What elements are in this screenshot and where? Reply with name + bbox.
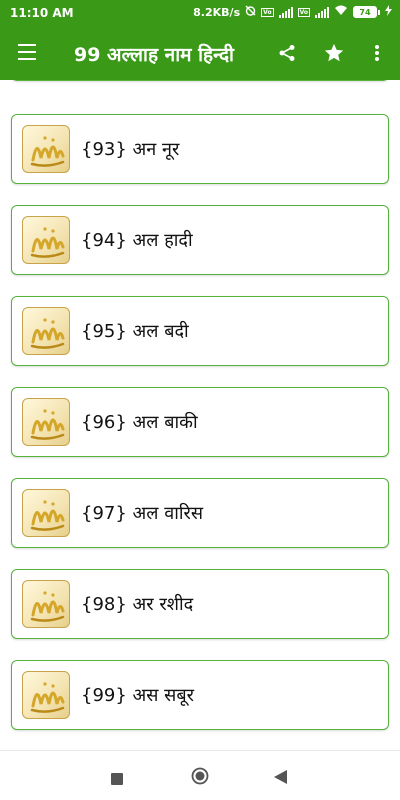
allah-calligraphy-icon: [22, 216, 70, 264]
hamburger-menu-icon[interactable]: [18, 44, 38, 60]
allah-calligraphy-icon: [22, 671, 70, 719]
list-item-label: {98} अर रशीद: [81, 594, 194, 615]
allah-calligraphy-icon: [22, 125, 70, 173]
list-item-label: {95} अल बदी: [81, 321, 189, 342]
allah-calligraphy-icon: [22, 398, 70, 446]
status-indicators: 8.2KB/s Vo Vo 74: [193, 5, 392, 19]
names-list: {93} अन नूर {94} अल हादी {95} अल बदी {96} अ…: [0, 80, 400, 750]
status-bar: 11:10 AM 8.2KB/s Vo Vo 74: [0, 0, 400, 26]
list-item-label: {96} अल बाकी: [81, 412, 198, 433]
list-item-label: {93} अन नूर: [81, 139, 180, 160]
back-triangle-icon[interactable]: [274, 769, 287, 788]
star-icon[interactable]: [321, 40, 347, 66]
list-item-label: {94} अल हादी: [81, 230, 193, 251]
more-vert-icon[interactable]: [364, 40, 390, 66]
charging-icon: [385, 5, 392, 19]
wifi-icon: [334, 5, 348, 19]
list-item-label: {97} अल वारिस: [81, 503, 204, 524]
status-time: 11:10 AM: [10, 6, 74, 20]
signal-icon: [278, 6, 293, 18]
allah-calligraphy-icon: [22, 489, 70, 537]
list-item-label: {99} अस सबूर: [81, 685, 194, 706]
home-circle-icon[interactable]: [191, 767, 209, 789]
list-item[interactable]: {94} अल हादी: [11, 205, 389, 275]
app-bar: 99 अल्लाह नाम हिन्दी: [0, 26, 400, 80]
battery-level: 74: [353, 6, 377, 18]
list-item[interactable]: {97} अल वारिस: [11, 478, 389, 548]
allah-calligraphy-icon: [22, 307, 70, 355]
battery-icon: 74: [353, 6, 380, 18]
volte-icon-2: Vo: [297, 7, 310, 17]
page-title: 99 अल्लाह नाम हिन्दी: [74, 44, 234, 66]
recents-square-icon[interactable]: [111, 770, 123, 789]
list-item[interactable]: {96} अल बाकी: [11, 387, 389, 457]
list-item[interactable]: {99} अस सबूर: [11, 660, 389, 730]
list-item[interactable]: {95} अल बदी: [11, 296, 389, 366]
list-item[interactable]: {93} अन नूर: [11, 114, 389, 184]
share-icon[interactable]: [274, 40, 300, 66]
signal-icon-2: [315, 6, 329, 18]
network-speed: 8.2KB/s: [193, 5, 241, 19]
volte-icon: Vo: [261, 7, 274, 17]
system-nav-bar: [0, 750, 400, 800]
alarm-off-icon: [245, 5, 256, 19]
list-item[interactable]: [11, 80, 389, 81]
allah-calligraphy-icon: [22, 580, 70, 628]
list-item[interactable]: {98} अर रशीद: [11, 569, 389, 639]
